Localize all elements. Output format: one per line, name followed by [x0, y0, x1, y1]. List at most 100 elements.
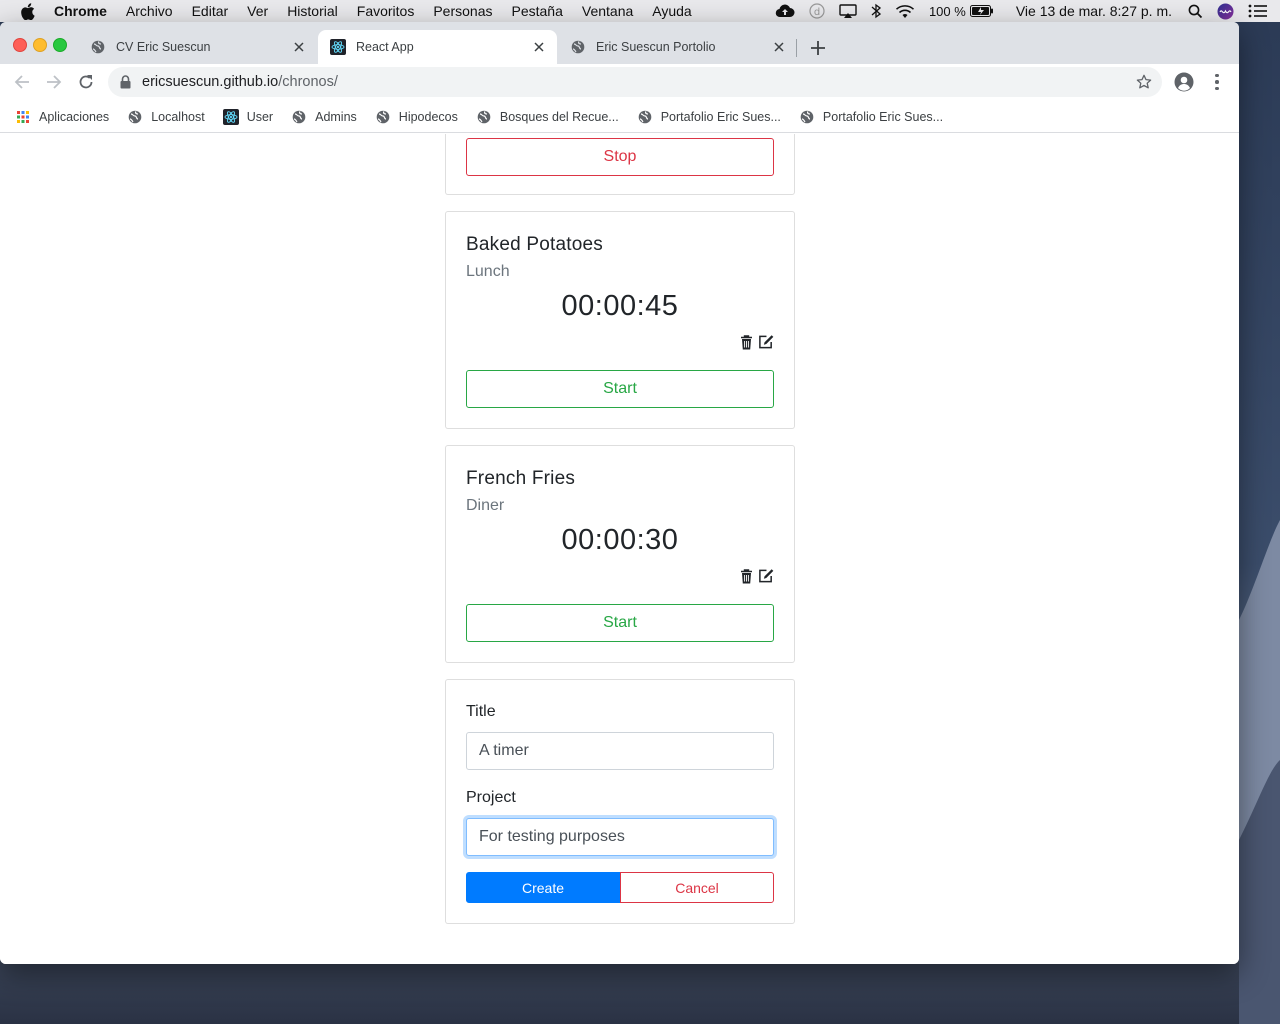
menu-ventana[interactable]: Ventana [582, 3, 633, 19]
svg-text:d: d [814, 7, 820, 18]
timer-elapsed: 00:00:30 [561, 524, 679, 556]
bookmark-bosques-del-recue[interactable]: Bosques del Recue... [476, 109, 619, 125]
create-button[interactable]: Create [466, 872, 620, 903]
notification-center-icon[interactable] [1248, 4, 1268, 18]
bookmark-star-icon[interactable] [1136, 74, 1152, 90]
globe-icon [127, 109, 143, 125]
bookmark-label: Aplicaciones [39, 109, 110, 124]
cancel-button[interactable]: Cancel [620, 872, 774, 903]
close-icon[interactable] [531, 39, 547, 55]
d-circle-icon[interactable]: d [809, 3, 825, 19]
bookmark-user[interactable]: User [222, 108, 274, 125]
timer-project: Diner [466, 497, 505, 514]
menu-editar[interactable]: Editar [192, 3, 229, 19]
menu-chrome[interactable]: Chrome [54, 3, 107, 19]
menu-personas[interactable]: Personas [433, 3, 492, 19]
close-icon[interactable] [291, 39, 307, 55]
start-button[interactable]: Start [466, 604, 774, 642]
globe-icon [90, 39, 106, 55]
page-viewport: Stop Baked Potatoes Lunch 00:00:45 Start… [0, 134, 1239, 964]
lock-icon[interactable] [120, 75, 132, 89]
bookmark-hipodecos[interactable]: Hipodecos [375, 109, 458, 125]
browser-toolbar: ericsuescun.github.io/chronos/ [0, 64, 1239, 101]
bookmark-label: Admins [315, 109, 357, 124]
zoom-window-button[interactable] [53, 38, 67, 52]
tab-title: Eric Suescun Portolio [596, 40, 716, 54]
macos-menu-bar: Chrome Archivo Editar Ver Historial Favo… [0, 0, 1280, 22]
address-bar[interactable]: ericsuescun.github.io/chronos/ [108, 67, 1162, 97]
reload-icon[interactable] [76, 72, 96, 92]
timer-card-baked-potatoes: Baked Potatoes Lunch 00:00:45 Start [445, 211, 795, 429]
new-tab-plus-icon[interactable] [808, 38, 828, 58]
bookmarks-bar: Aplicaciones Localhost User Admins Hipod… [0, 101, 1239, 133]
menu-ver[interactable]: Ver [247, 3, 268, 19]
project-input[interactable] [466, 818, 774, 856]
url-path: /chronos/ [278, 74, 338, 90]
globe-icon [570, 39, 586, 55]
project-label: Project [466, 789, 516, 806]
bookmark-aplicaciones[interactable]: Aplicaciones [15, 109, 109, 125]
timer-actions [738, 334, 774, 350]
close-icon[interactable] [771, 39, 787, 55]
timer-project: Lunch [466, 263, 510, 280]
tab-title: React App [356, 40, 414, 54]
stop-button[interactable]: Stop [466, 138, 774, 176]
timer-card-french-fries: French Fries Diner 00:00:30 Start [445, 445, 795, 663]
battery-charging-icon[interactable] [969, 5, 994, 17]
close-window-button[interactable] [13, 38, 27, 52]
globe-icon [476, 109, 492, 125]
chrome-menu-icon[interactable] [1211, 72, 1223, 92]
tab-title: CV Eric Suescun [116, 40, 211, 54]
bookmark-label: Bosques del Recue... [499, 109, 619, 124]
menu-ayuda[interactable]: Ayuda [652, 3, 691, 19]
edit-icon[interactable] [758, 568, 774, 584]
cloud-upload-icon[interactable] [775, 4, 795, 18]
menu-favoritos[interactable]: Favoritos [357, 3, 415, 19]
tab-react-app[interactable]: React App [318, 30, 557, 64]
spotlight-search-icon[interactable] [1188, 4, 1203, 19]
bookmark-label: Localhost [151, 109, 205, 124]
react-icon [222, 108, 239, 125]
timer-form-card: Title Project Create Cancel [445, 679, 795, 924]
menu-archivo[interactable]: Archivo [126, 3, 173, 19]
bluetooth-icon[interactable] [871, 3, 881, 19]
forward-arrow-icon[interactable] [44, 72, 64, 92]
bookmark-admins[interactable]: Admins [291, 109, 357, 125]
clock-datetime[interactable]: Vie 13 de mar. 8:27 p. m. [1016, 3, 1172, 19]
bookmark-label: Hipodecos [398, 109, 458, 124]
url-host: ericsuescun.github.io [142, 74, 279, 90]
apple-icon[interactable] [20, 3, 36, 21]
tab-strip: CV Eric Suescun React App Eric Suescun P… [0, 22, 1239, 64]
globe-icon [637, 109, 653, 125]
bookmark-localhost[interactable]: Localhost [127, 109, 205, 125]
minimize-window-button[interactable] [33, 38, 47, 52]
edit-icon[interactable] [758, 334, 774, 350]
wifi-icon[interactable] [895, 4, 915, 19]
globe-icon [375, 109, 391, 125]
title-input[interactable] [466, 732, 774, 770]
tab-divider [796, 39, 797, 57]
timer-title: French Fries [466, 468, 576, 489]
menu-pestana[interactable]: Pestaña [512, 3, 563, 19]
start-button[interactable]: Start [466, 370, 774, 408]
siri-icon[interactable] [1217, 3, 1234, 20]
profile-avatar-icon[interactable] [1174, 72, 1194, 92]
bookmark-label: Portafolio Eric Sues... [660, 109, 781, 124]
tab-eric-suescun-portolio[interactable]: Eric Suescun Portolio [558, 30, 797, 64]
trash-icon[interactable] [738, 334, 754, 350]
battery-percent[interactable]: 100 % [929, 4, 966, 19]
bookmark-portafolio-2[interactable]: Portafolio Eric Sues... [799, 109, 943, 125]
menu-historial[interactable]: Historial [287, 3, 338, 19]
back-arrow-icon[interactable] [12, 72, 32, 92]
bookmark-label: User [246, 109, 274, 124]
airplay-icon[interactable] [839, 3, 857, 19]
bookmark-portafolio-1[interactable]: Portafolio Eric Sues... [637, 109, 781, 125]
timer-title: Baked Potatoes [466, 234, 603, 255]
trash-icon[interactable] [738, 568, 754, 584]
tab-cv-eric-suescun[interactable]: CV Eric Suescun [78, 30, 317, 64]
react-icon [330, 39, 346, 55]
timer-card-running: Stop [445, 134, 795, 195]
desktop-wallpaper [1239, 520, 1280, 1024]
timer-actions [738, 568, 774, 584]
bookmark-label: Portafolio Eric Sues... [822, 109, 944, 124]
